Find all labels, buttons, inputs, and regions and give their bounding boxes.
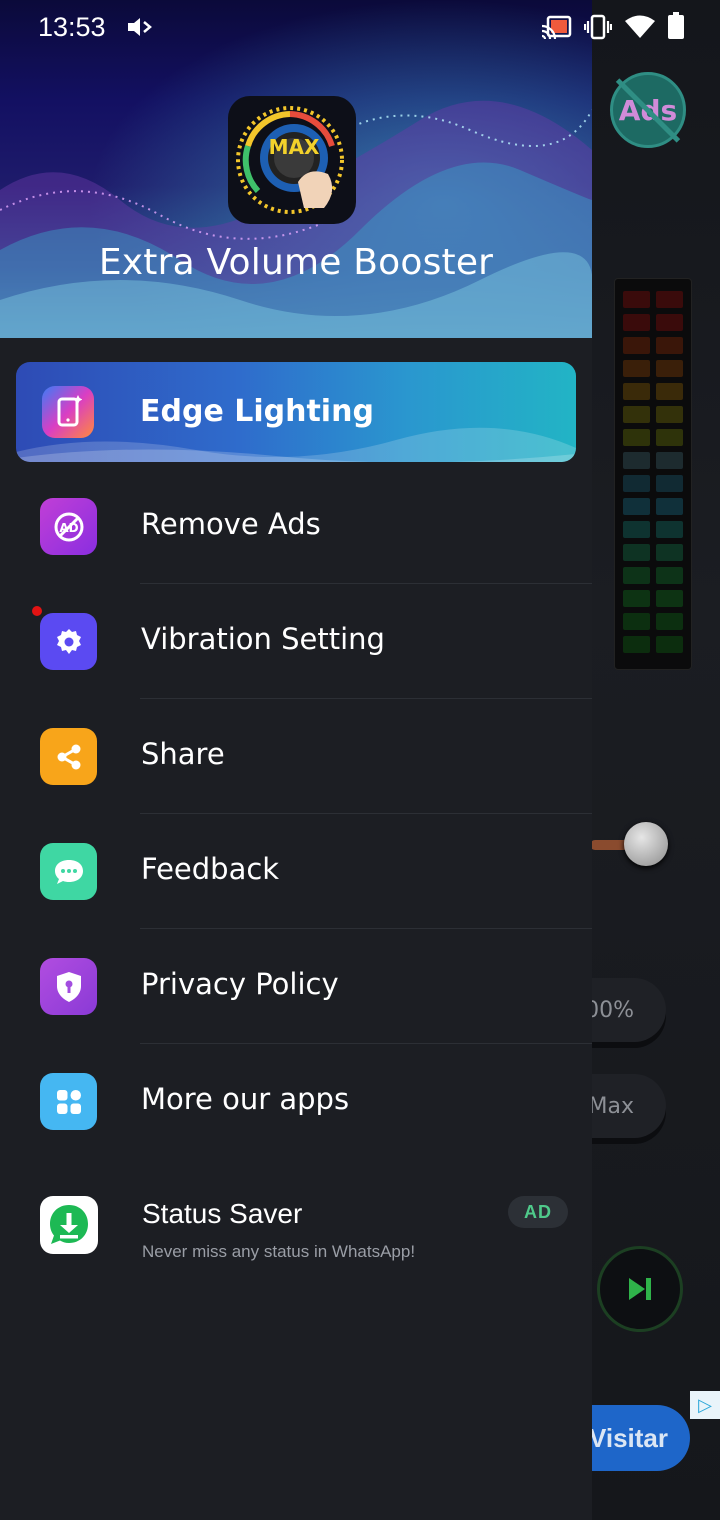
status-time: 13:53 [38,11,106,42]
max-button-label: Max [588,1093,634,1119]
shield-lock-icon [40,958,97,1015]
sound-icon [128,18,152,36]
meter-cell [623,544,650,561]
meter-cell [656,521,683,538]
menu-item-edge-lighting[interactable]: Edge Lighting [16,362,576,462]
logo-max-text: MAX [269,135,320,159]
meter-row [623,521,683,538]
meter-cell [656,314,683,331]
share-icon [40,728,97,785]
meter-cell [623,636,650,653]
ad-badge: AD [508,1196,568,1228]
meter-cell [656,544,683,561]
menu-item-privacy-policy[interactable]: Privacy Policy [0,929,592,1044]
meter-cell [623,383,650,400]
meter-cell [656,452,683,469]
meter-row [623,429,683,446]
remove-ads-badge[interactable]: Ads [610,72,686,148]
ad-item-subtitle: Never miss any status in WhatsApp! [142,1242,416,1261]
wifi-icon [625,15,655,38]
meter-row [623,406,683,423]
menu-item-feedback-label: Feedback [141,852,280,886]
cast-icon [541,15,572,40]
meter-cell [623,406,650,423]
meter-cell [656,475,683,492]
meter-row [623,291,683,308]
percent-button-label: 00% [585,997,634,1023]
meter-cell [623,475,650,492]
ad-choices-icon[interactable]: ▷ [690,1391,720,1419]
meter-row [623,613,683,630]
volume-knob-icon: MAX [236,106,344,214]
meter-cell [623,498,650,515]
meter-cell [656,636,683,653]
meter-cell [656,498,683,515]
meter-cell [656,337,683,354]
ads-badge-label: Ads [618,93,678,127]
menu-item-privacy-policy-label: Privacy Policy [141,967,339,1001]
meter-cell [623,314,650,331]
navigation-drawer: MAX Extra Volume Booster Edge Lighting A… [0,0,592,1520]
meter-cell [623,337,650,354]
menu-item-share[interactable]: Share [0,699,592,814]
ad-visit-label: Visitar [588,1422,668,1453]
meter-cell [623,360,650,377]
menu-item-share-label: Share [141,737,225,771]
meter-row [623,498,683,515]
meter-row [623,590,683,607]
apps-grid-icon [40,1073,97,1130]
meter-cell [623,567,650,584]
meter-cell [656,406,683,423]
meter-row [623,636,683,653]
meter-cell [656,590,683,607]
meter-cell [656,383,683,400]
meter-row [623,452,683,469]
meter-cell [623,590,650,607]
edge-lighting-icon [42,386,94,438]
meter-row [623,314,683,331]
menu-item-more-apps-label: More our apps [141,1082,350,1116]
meter-row [623,383,683,400]
menu-item-vibration-setting[interactable]: Vibration Setting [0,584,592,699]
meter-cell [656,429,683,446]
meter-cell [623,429,650,446]
meter-row [623,544,683,561]
level-meter [614,278,692,670]
status-bar: 13:53 [0,0,720,54]
app-title: Extra Volume Booster [98,242,494,283]
meter-row [623,337,683,354]
skip-next-icon [629,1278,651,1300]
skip-next-button[interactable] [597,1246,683,1332]
meter-cell [656,360,683,377]
remove-ads-icon: AD [40,498,97,555]
download-icon [40,1196,98,1254]
meter-cell [623,452,650,469]
menu-item-edge-lighting-label: Edge Lighting [140,394,374,429]
meter-row [623,475,683,492]
meter-cell [656,613,683,630]
gear-icon [40,613,97,670]
meter-row [623,360,683,377]
battery-icon [668,12,684,39]
ad-item-status-saver[interactable]: Status Saver Never miss any status in Wh… [0,1180,592,1290]
menu-item-feedback[interactable]: Feedback [0,814,592,929]
vibrate-icon [584,14,612,40]
meter-row [623,567,683,584]
ad-item-title: Status Saver [142,1198,303,1229]
meter-cell [623,613,650,630]
meter-cell [623,521,650,538]
menu-item-more-apps[interactable]: More our apps [0,1044,592,1159]
chat-icon [40,843,97,900]
menu-item-remove-ads-label: Remove Ads [141,507,321,541]
menu-item-vibration-setting-label: Vibration Setting [141,622,385,656]
meter-cell [656,291,683,308]
meter-cell [656,567,683,584]
volume-slider-knob[interactable] [624,822,668,866]
meter-cell [623,291,650,308]
menu-item-remove-ads[interactable]: AD Remove Ads [0,469,592,584]
app-logo: MAX [228,96,356,224]
